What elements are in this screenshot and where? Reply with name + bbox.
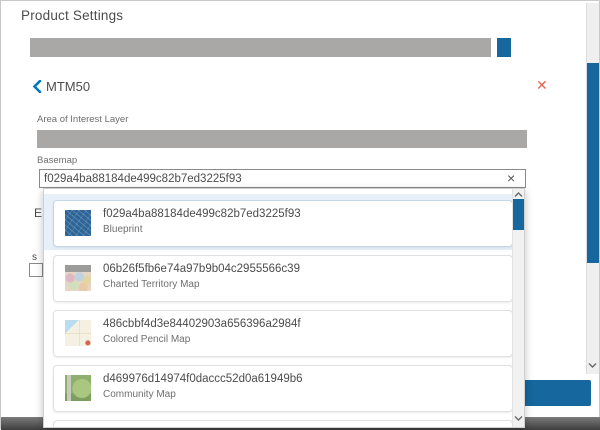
basemap-option-id: 486cbbf4d3e84402903a656396a2984f: [103, 318, 301, 330]
primary-action-button[interactable]: [523, 380, 591, 406]
basemap-option-id: 06b26f5fb6e74a97b9b04c2955566c39: [103, 263, 300, 275]
clear-input-icon[interactable]: ×: [507, 170, 515, 186]
basemap-option-partial[interactable]: [53, 420, 513, 428]
basemap-option-name: Community Map: [103, 389, 176, 400]
window-scrollbar-down-icon[interactable]: [588, 362, 597, 369]
colored-pencil-thumbnail: [65, 320, 91, 346]
charted-territory-thumbnail: [65, 265, 91, 291]
basemap-option-colored-pencil[interactable]: 486cbbf4d3e84402903a656396a2984f Colored…: [53, 310, 513, 357]
basemap-option-name: Charted Territory Map: [103, 279, 200, 290]
obscured-checkbox[interactable]: [29, 263, 43, 277]
basemap-option-name: Blueprint: [103, 224, 142, 235]
basemap-option-blueprint[interactable]: f029a4ba88184de499c82b7ed3225f93 Bluepri…: [53, 200, 513, 247]
area-of-interest-label: Area of Interest Layer: [37, 114, 128, 125]
obscured-label-e: E: [34, 206, 42, 220]
community-thumbnail: [65, 375, 91, 401]
basemap-input[interactable]: [39, 169, 526, 188]
toolbar-accent-square: [497, 38, 511, 57]
area-of-interest-redacted-value[interactable]: [37, 130, 527, 148]
basemap-option-id: f029a4ba88184de499c82b7ed3225f93: [103, 208, 301, 220]
basemap-option-community[interactable]: d469976d14974f0daccc52d0a61949b6 Communi…: [53, 365, 513, 412]
basemap-dropdown-list: f029a4ba88184de499c82b7ed3225f93 Bluepri…: [43, 188, 525, 428]
basemap-label: Basemap: [37, 155, 77, 166]
basemap-option-id: d469976d14974f0daccc52d0a61949b6: [103, 373, 303, 385]
window-scrollbar-thumb[interactable]: [587, 63, 599, 263]
dropdown-scrollbar-up-icon[interactable]: [514, 192, 523, 198]
basemap-option-name: Colored Pencil Map: [103, 334, 190, 345]
blueprint-thumbnail: [65, 210, 91, 236]
chevron-left-icon: [35, 81, 41, 92]
dropdown-scrollbar-down-icon[interactable]: [514, 415, 523, 421]
dropdown-scrollbar-thumb[interactable]: [513, 199, 524, 230]
back-button[interactable]: [32, 80, 42, 93]
product-settings-window: Product Settings MTM50 ✕ Area of Interes…: [0, 0, 600, 429]
page-title: Product Settings: [21, 8, 123, 23]
close-icon[interactable]: ✕: [536, 78, 548, 92]
basemap-option-charted-territory[interactable]: 06b26f5fb6e74a97b9b04c2955566c39 Charted…: [53, 255, 513, 302]
obscured-label-s: s: [32, 252, 37, 263]
product-name-label: MTM50: [46, 79, 90, 94]
redacted-toolbar-bar: [30, 38, 491, 57]
